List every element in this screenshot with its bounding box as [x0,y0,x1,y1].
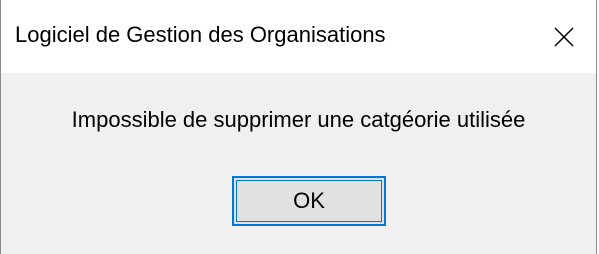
message-dialog: Logiciel de Gestion des Organisations Im… [0,0,597,254]
close-icon [554,26,574,47]
title-bar[interactable]: Logiciel de Gestion des Organisations [1,0,596,73]
window-title: Logiciel de Gestion des Organisations [15,22,386,47]
dialog-body: Impossible de supprimer une catgéorie ut… [1,73,596,254]
message-text: Impossible de supprimer une catgéorie ut… [71,107,526,132]
ok-button[interactable]: OK [232,176,386,226]
ok-button-label: OK [293,188,325,213]
close-button[interactable] [532,0,596,73]
